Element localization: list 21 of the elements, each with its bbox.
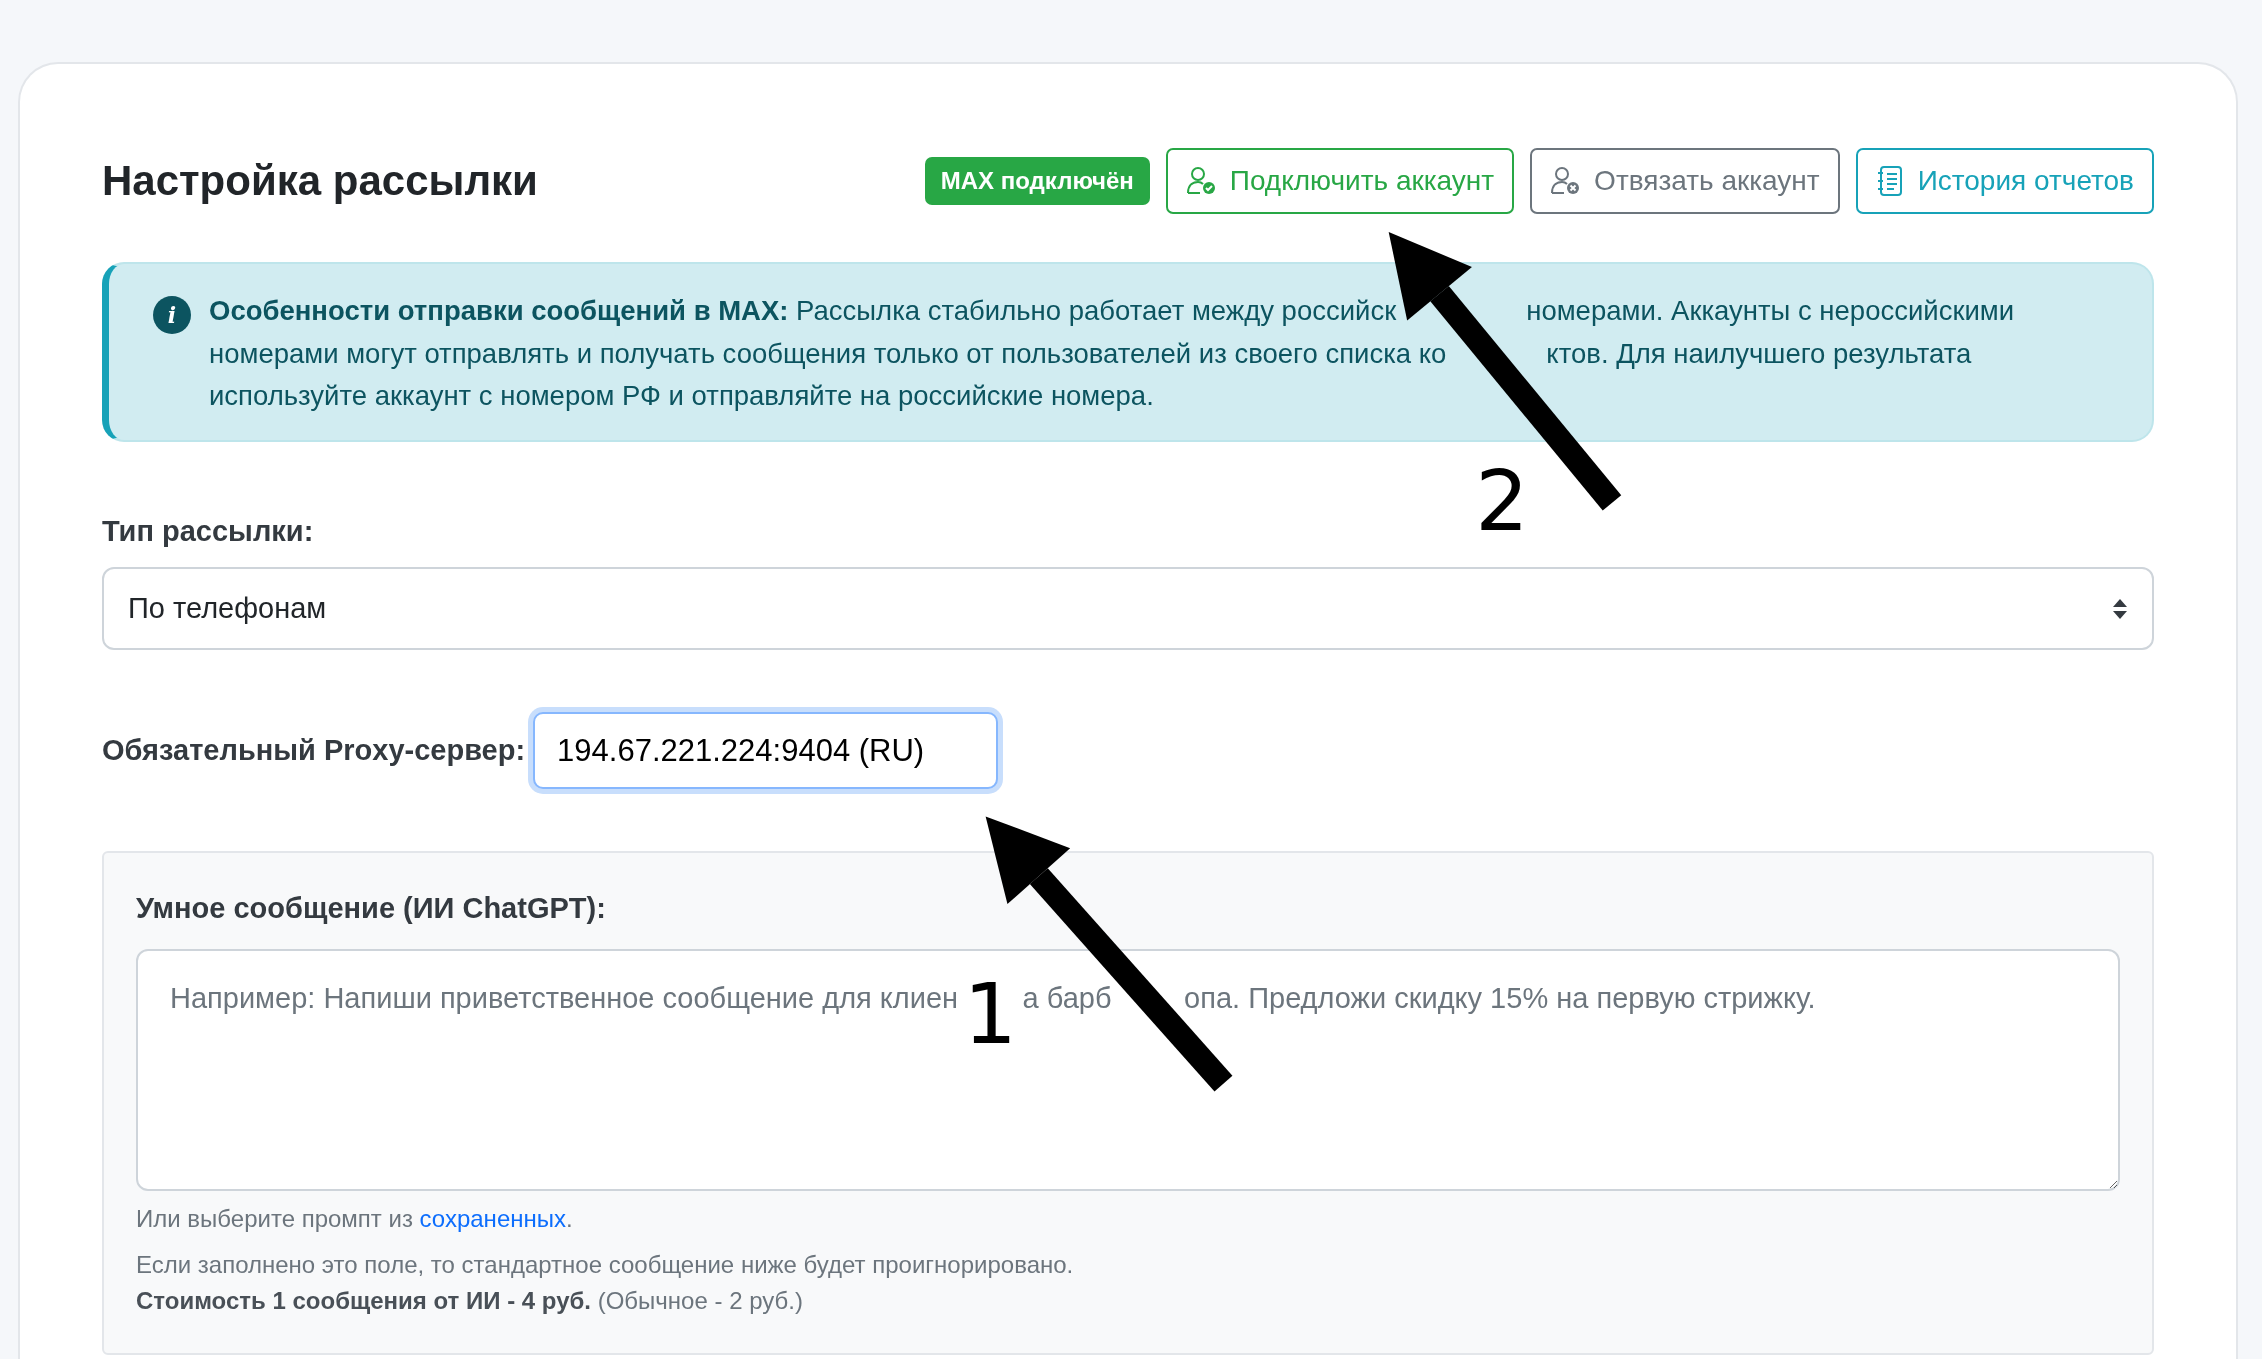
field-label: Умное сообщение (ИИ ChatGPT): xyxy=(136,892,606,925)
help-text: Если заполнено это поле, то стандартное сообщение ниже будет проигнорировано. xyxy=(136,1249,1075,1280)
mailing-type-select[interactable]: По телефонам xyxy=(102,567,2154,651)
annotation-number: 2 xyxy=(1475,451,1529,550)
page-title: Настройка рассылки xyxy=(102,155,538,206)
cost-text: Стоимость 1 сообщения от ИИ - 4 руб. (Обычное - 2 руб.) xyxy=(136,1285,804,1316)
unbind-account-button[interactable]: Отвязать аккаунт xyxy=(1530,148,1840,214)
report-history-button[interactable]: История отчетов xyxy=(1855,148,2154,214)
user-check-icon xyxy=(1185,166,1216,196)
connect-account-button[interactable]: Подключить аккаунт xyxy=(1165,148,1515,214)
field-label: Обязательный Proxy-сервер: xyxy=(102,733,526,769)
alert-text: Особенности отправки сообщений в MAX: Рассылка стабильно работает между российск номерами. Аккаунты с нероссийскими номерами могут отправлять и получать сообщения только от пользователей из своего списка ко ктов. Для наилучшего результата используйте аккаунт с номером РФ и отправляйте на российские номера. xyxy=(209,294,2015,414)
field-label: Тип рассылки: xyxy=(102,514,314,547)
status-badge: MAX подключён xyxy=(924,157,1150,205)
saved-prompts-link[interactable]: сохраненных xyxy=(419,1204,566,1232)
help-text: Или выберите промпт из сохраненных. xyxy=(136,1203,574,1234)
info-icon: i xyxy=(153,296,191,334)
user-remove-icon xyxy=(1550,166,1581,196)
document-list-icon xyxy=(1875,165,1904,197)
annotation-number: 1 xyxy=(963,964,1018,1063)
proxy-input[interactable]: 194.67.221.224:9404 (RU) xyxy=(533,712,999,790)
